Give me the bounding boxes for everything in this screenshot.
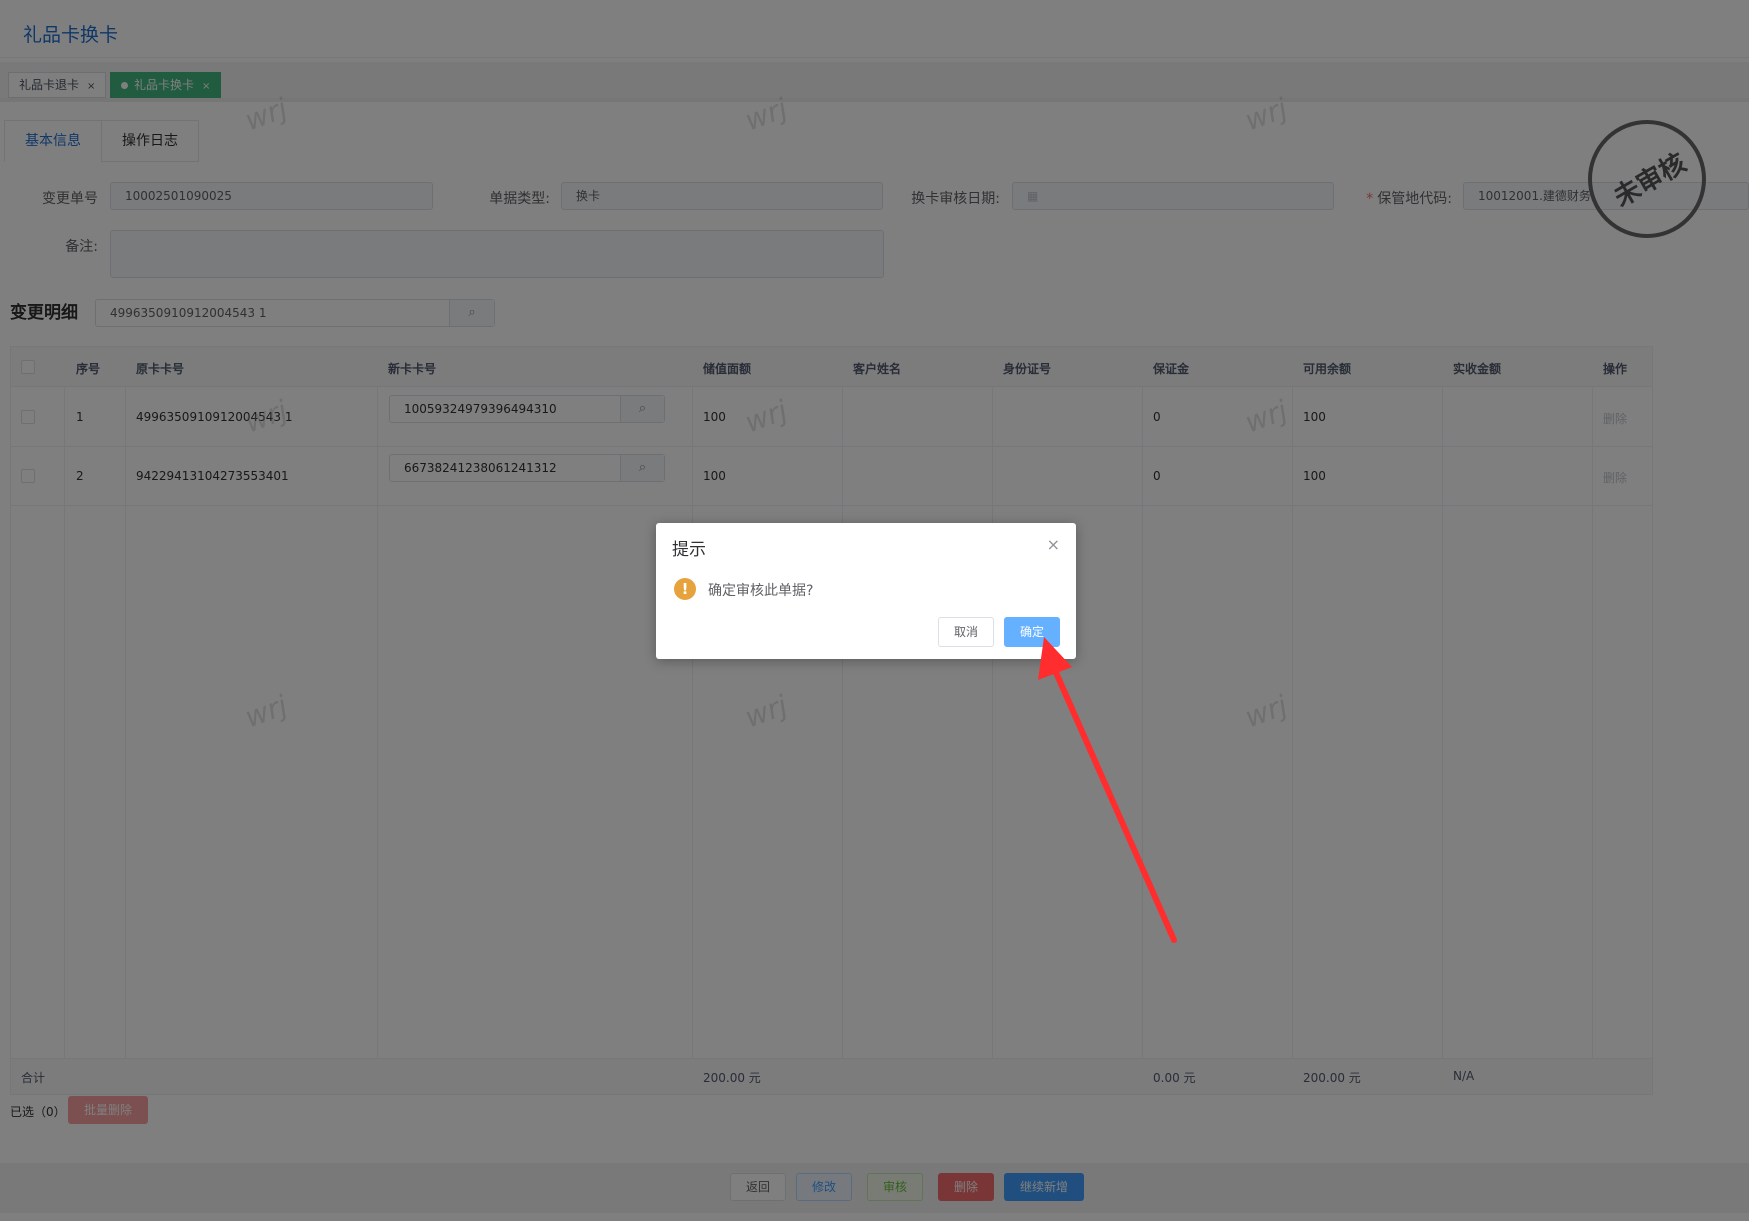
dialog-message: 确定审核此单据? [708,583,814,599]
confirm-button[interactable]: 确定 [1004,617,1060,647]
dialog-title: 提示 [672,540,706,560]
confirm-dialog: 提示 × ! 确定审核此单据? 取消 确定 [656,523,1076,659]
cancel-button[interactable]: 取消 [938,617,994,647]
close-icon[interactable]: × [1047,535,1060,554]
warning-icon: ! [674,578,696,600]
